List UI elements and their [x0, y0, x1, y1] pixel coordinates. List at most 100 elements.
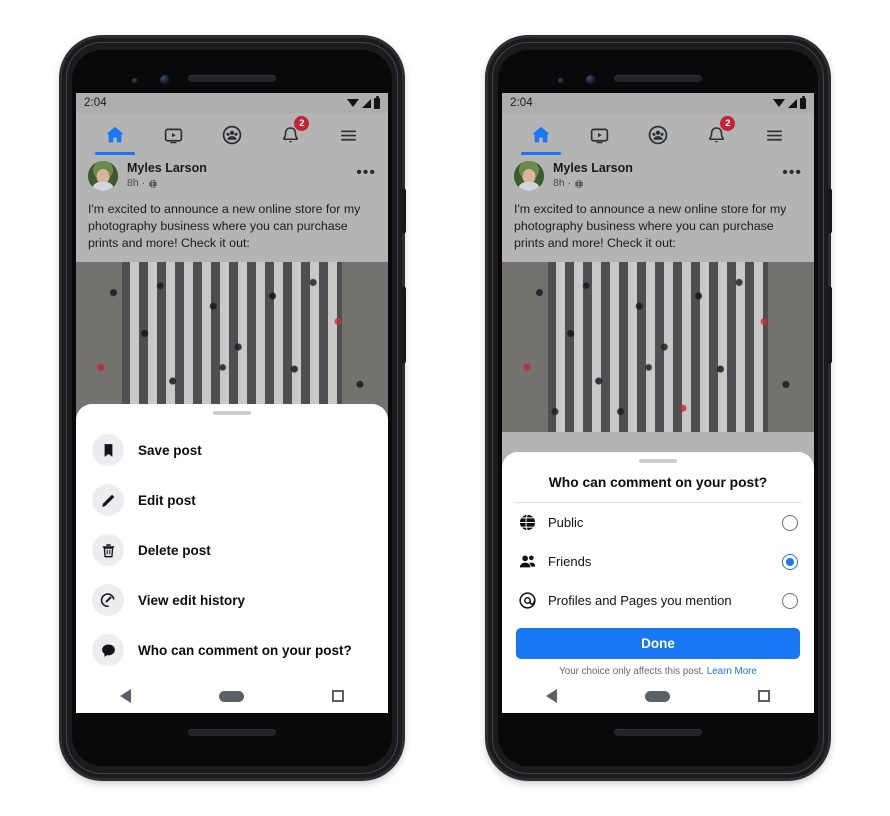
notification-badge: 2: [720, 116, 736, 131]
comment-audience-sheet: Who can comment on your post? Public Fri…: [502, 452, 814, 713]
volume-button[interactable]: [828, 286, 832, 364]
status-bar: 2:04: [76, 93, 388, 113]
post-meta: 8h ·: [127, 177, 356, 191]
radio-public[interactable]: [782, 514, 798, 531]
learn-more-link[interactable]: Learn More: [707, 666, 757, 677]
done-button[interactable]: Done: [516, 628, 800, 659]
earpiece-speaker: [188, 75, 276, 82]
pencil-icon: [92, 484, 124, 516]
avatar[interactable]: [88, 161, 118, 191]
post-image[interactable]: [502, 262, 814, 433]
wifi-icon: [347, 99, 359, 107]
video-tab[interactable]: [152, 115, 196, 155]
menu-item-label: View edit history: [138, 592, 246, 608]
notifications-tab[interactable]: 2: [268, 115, 312, 155]
post-meta: 8h ·: [553, 177, 782, 191]
back-icon[interactable]: [120, 689, 131, 703]
back-icon[interactable]: [546, 689, 557, 703]
post-author-name[interactable]: Myles Larson: [127, 161, 356, 177]
status-bar: 2:04: [502, 93, 814, 113]
phone-screen-right: 2:04 2 Myles Larson 8h · ••• I'm excited…: [502, 93, 814, 713]
sheet-footer: Your choice only affects this post. Lear…: [502, 659, 814, 679]
feed-post: Myles Larson 8h · ••• I'm excited to ann…: [76, 155, 388, 433]
post-timestamp: 8h: [553, 176, 565, 189]
power-button[interactable]: [402, 188, 406, 234]
home-icon: [106, 126, 124, 143]
groups-icon: [222, 125, 242, 145]
radio-friends[interactable]: [782, 553, 798, 570]
facebook-top-nav: 2: [76, 113, 388, 155]
phone-right: 2:04 2 Myles Larson 8h · ••• I'm excited…: [488, 38, 832, 778]
post-timestamp: 8h: [127, 176, 139, 189]
trash-icon: [92, 534, 124, 566]
post-header: Myles Larson 8h · •••: [502, 155, 814, 193]
post-author-name[interactable]: Myles Larson: [553, 161, 782, 177]
phone-left: 2:04 2 Myles Larson 8h · ••• I'm excited…: [62, 38, 406, 778]
menu-item-label: Save post: [138, 442, 202, 458]
menu-tab[interactable]: [327, 115, 371, 155]
comment-icon: [92, 634, 124, 666]
post-more-button[interactable]: •••: [782, 165, 802, 181]
home-pill-icon[interactable]: [219, 690, 244, 702]
notifications-tab[interactable]: 2: [694, 115, 738, 155]
option-label: Friends: [548, 554, 592, 569]
option-profiles-and-pages-you-mention[interactable]: Profiles and Pages you mention: [502, 581, 814, 620]
option-label: Profiles and Pages you mention: [548, 593, 732, 608]
camera-sensor-icon: [558, 78, 564, 84]
menu-tab[interactable]: [753, 115, 797, 155]
bottom-speaker-grille: [188, 729, 276, 736]
android-nav-bar: [502, 679, 814, 713]
wifi-icon: [773, 99, 785, 107]
menu-item-label: Who can comment on your post?: [138, 642, 352, 658]
menu-item-save-post[interactable]: Save post: [76, 425, 388, 475]
video-icon: [590, 128, 609, 143]
front-camera-icon: [586, 75, 596, 85]
post-more-button[interactable]: •••: [356, 165, 376, 181]
option-friends[interactable]: Friends: [502, 542, 814, 581]
option-public[interactable]: Public: [502, 503, 814, 542]
groups-tab[interactable]: [210, 115, 254, 155]
menu-item-delete-post[interactable]: Delete post: [76, 525, 388, 575]
home-tab[interactable]: [519, 115, 563, 155]
home-pill-icon[interactable]: [645, 690, 670, 702]
menu-item-label: Edit post: [138, 492, 196, 508]
avatar[interactable]: [514, 161, 544, 191]
footer-text: Your choice only affects this post.: [559, 666, 705, 677]
menu-item-label: Delete post: [138, 542, 211, 558]
recents-icon[interactable]: [332, 690, 344, 702]
post-body-text: I'm excited to announce a new online sto…: [88, 202, 361, 251]
recents-icon[interactable]: [758, 690, 770, 702]
meta-separator: ·: [141, 176, 146, 189]
feed-post: Myles Larson 8h · ••• I'm excited to ann…: [502, 155, 814, 433]
option-label: Public: [548, 515, 584, 530]
power-button[interactable]: [828, 188, 832, 234]
friends-icon: [519, 555, 536, 568]
menu-item-edit-post[interactable]: Edit post: [76, 475, 388, 525]
battery-icon: [374, 95, 380, 109]
volume-button[interactable]: [402, 286, 406, 364]
video-icon: [164, 128, 183, 143]
post-options-menu: Save post Edit post Delete post View edi…: [76, 415, 388, 679]
facebook-top-nav: 2: [502, 113, 814, 155]
hamburger-icon: [341, 130, 357, 141]
battery-icon: [800, 95, 806, 109]
menu-item-view-edit-history[interactable]: View edit history: [76, 575, 388, 625]
post-header: Myles Larson 8h · •••: [76, 155, 388, 193]
android-nav-bar: [76, 679, 388, 713]
globe-icon: [575, 179, 584, 188]
post-body-text: I'm excited to announce a new online sto…: [514, 202, 787, 251]
signal-icon: [362, 98, 371, 108]
status-clock: 2:04: [510, 97, 533, 109]
status-clock: 2:04: [84, 97, 107, 109]
at-icon: [519, 592, 536, 609]
radio-profiles-and-pages[interactable]: [782, 592, 798, 609]
menu-item-who-can-comment[interactable]: Who can comment on your post?: [76, 625, 388, 675]
video-tab[interactable]: [578, 115, 622, 155]
status-icons: [773, 95, 806, 109]
home-tab[interactable]: [93, 115, 137, 155]
camera-sensor-icon: [132, 78, 138, 84]
groups-tab[interactable]: [636, 115, 680, 155]
meta-separator: ·: [567, 176, 572, 189]
phone-screen-left: 2:04 2 Myles Larson 8h · ••• I'm excited…: [76, 93, 388, 713]
status-icons: [347, 95, 380, 109]
